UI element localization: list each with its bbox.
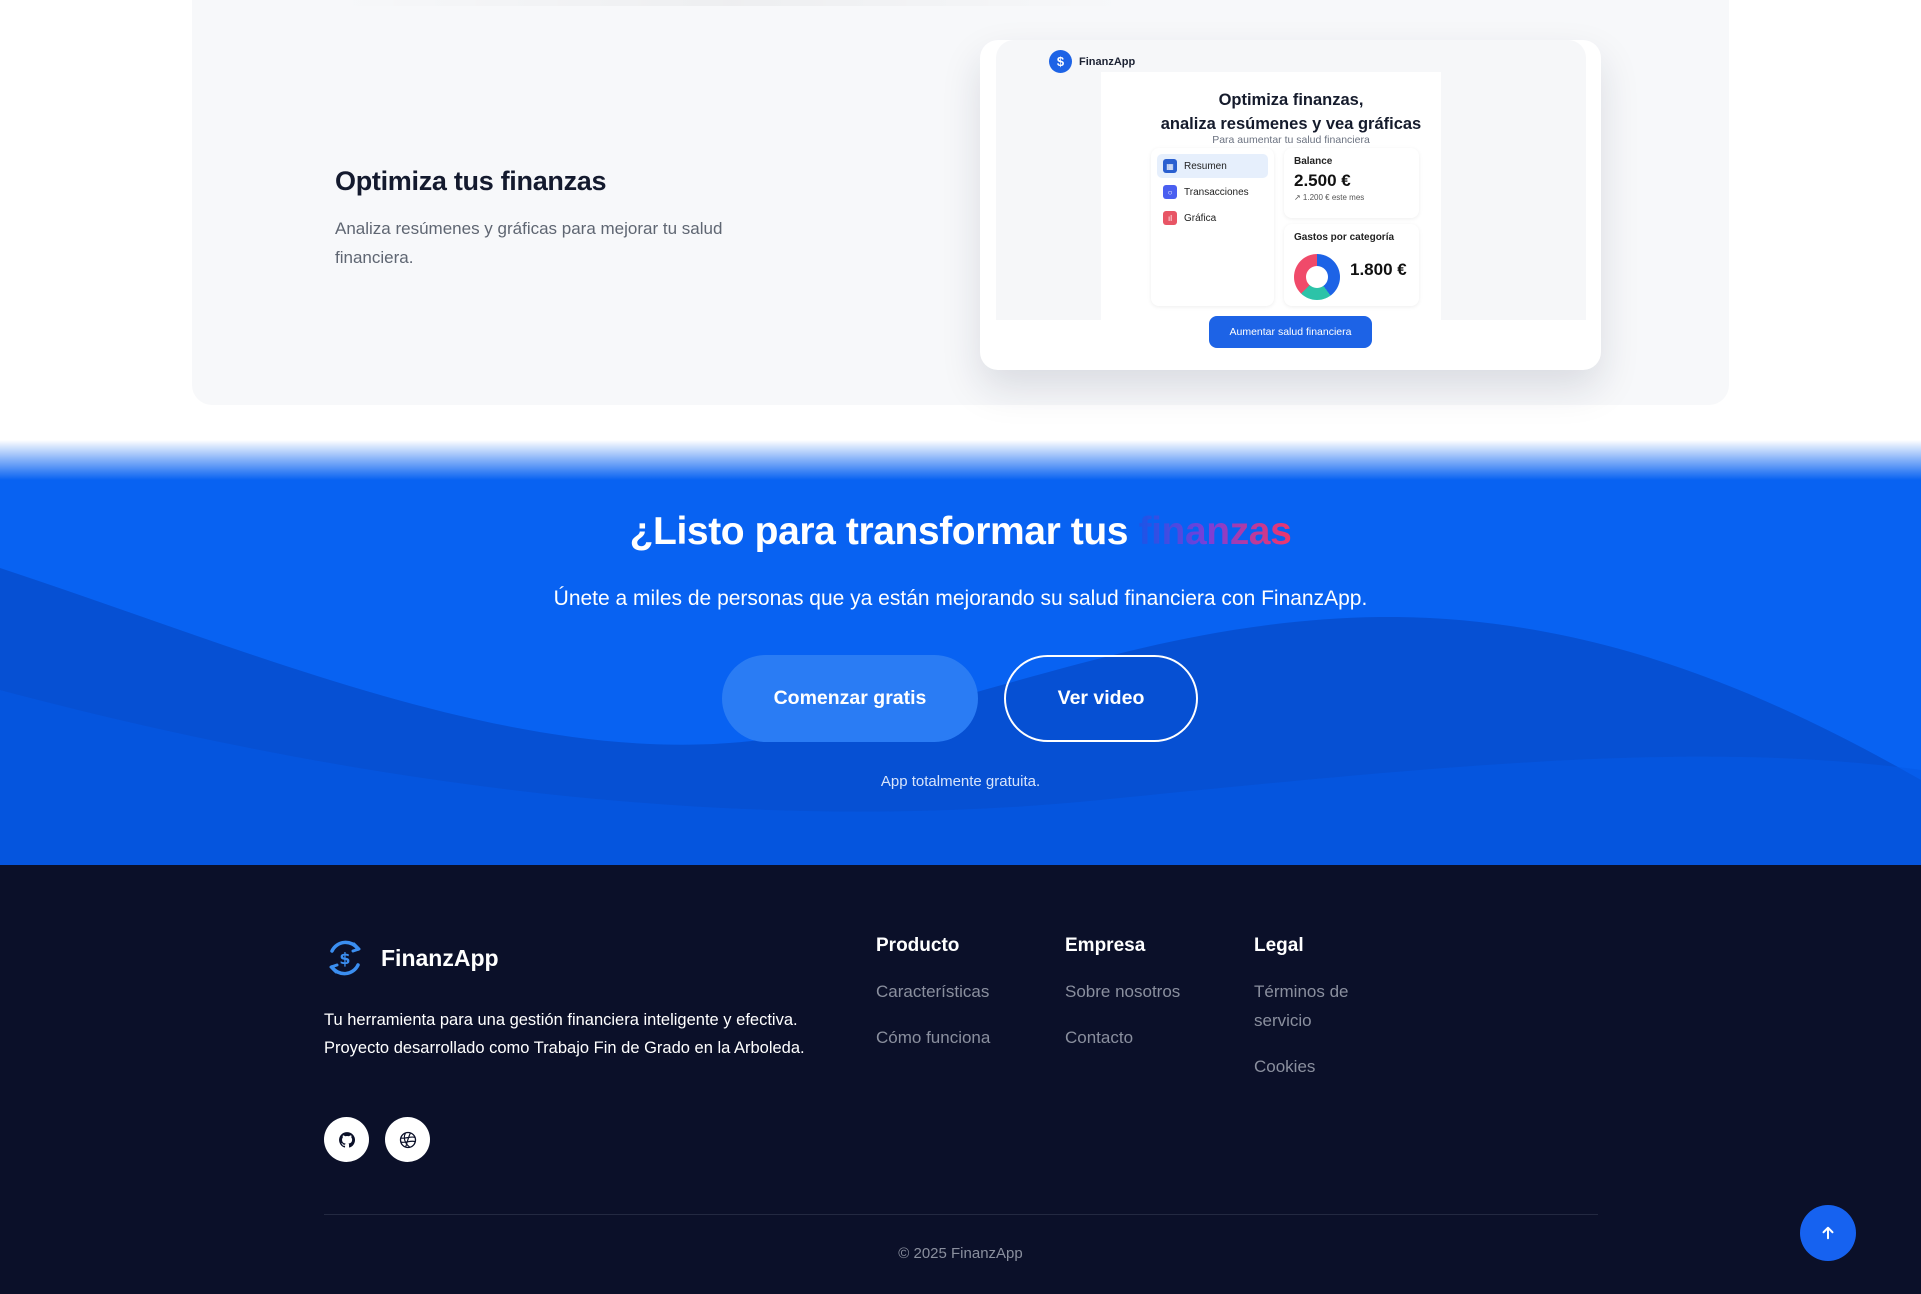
watch-video-button[interactable]: Ver video <box>1004 655 1198 742</box>
feature-title: Optimiza tus finanzas <box>335 166 607 196</box>
donut-chart-icon <box>1294 254 1340 300</box>
cta-subtitle: Únete a miles de personas que ya están m… <box>553 587 1368 610</box>
footer-link-contacto[interactable]: Contacto <box>1065 1023 1180 1052</box>
balance-value: 2.500 € <box>1294 171 1351 190</box>
gastos-label: Gastos por categoría <box>1294 232 1395 243</box>
scroll-to-top-button[interactable] <box>1800 1205 1856 1261</box>
footer-link-cookies[interactable]: Cookies <box>1254 1052 1394 1081</box>
website-link[interactable] <box>385 1117 430 1162</box>
feature-description: Analiza resúmenes y gráficas para mejora… <box>335 219 723 267</box>
search-icon: ○ <box>1163 185 1177 199</box>
cta-top-fade <box>0 440 1921 480</box>
svg-text:$: $ <box>339 949 350 968</box>
arrow-up-icon <box>1822 1226 1834 1240</box>
footer-column-empresa: Empresa Sobre nosotros Contacto <box>1065 935 1180 1069</box>
cta-section: ¿Listo para transformar tus finanzas Úne… <box>0 440 1921 865</box>
cta-title-highlight: finanzas <box>1138 510 1292 553</box>
mockup-headline-line1: Optimiza finanzas, <box>1218 91 1364 109</box>
balance-label: Balance <box>1294 156 1333 167</box>
footer-divider <box>324 1214 1598 1215</box>
mockup-nav-label: Gráfica <box>1184 212 1217 224</box>
mockup-nav-item-resumen: ▦ Resumen <box>1157 154 1268 178</box>
mockup-headline-line2: analiza resúmenes y vea gráficas <box>1160 115 1422 133</box>
footer-brand-name: FinanzApp <box>381 944 499 971</box>
mockup-increase-health-button: Aumentar salud financiera <box>1209 316 1372 348</box>
bar-chart-icon: ıl <box>1163 211 1177 225</box>
cta-title-main: ¿Listo para transformar tus <box>629 510 1129 553</box>
footer-column-title: Legal <box>1254 935 1304 956</box>
footer-column-producto: Producto Características Cómo funciona <box>876 935 990 1069</box>
github-link[interactable] <box>324 1117 369 1162</box>
footer-link-sobre-nosotros[interactable]: Sobre nosotros <box>1065 977 1180 1006</box>
mockup-nav: ▦ Resumen ○ Transacciones ıl Gráfica <box>1151 148 1274 306</box>
mockup-subtitle: Para aumentar tu salud financiera <box>1212 134 1370 146</box>
balance-note: ↗ 1.200 € este mes <box>1294 193 1365 202</box>
footer-link-caracteristicas[interactable]: Características <box>876 977 990 1006</box>
footer-column-title: Producto <box>876 935 960 956</box>
mockup-logo: $ FinanzApp <box>1049 50 1135 73</box>
mockup-gastos-card: Gastos por categoría 1.800 € <box>1284 224 1419 306</box>
footer-column-title: Empresa <box>1065 935 1146 956</box>
feature-section: Optimiza tus finanzas Analiza resúmenes … <box>0 0 1921 440</box>
github-icon <box>338 1131 355 1148</box>
cta-note: App totalmente gratuita. <box>880 773 1041 790</box>
footer: $ FinanzApp Tu herramienta para una gest… <box>0 865 1921 1294</box>
summary-icon: ▦ <box>1163 159 1177 173</box>
mockup-logo-text: FinanzApp <box>1079 55 1136 68</box>
mockup-nav-label: Transacciones <box>1184 186 1249 198</box>
mockup-nav-item-transacciones: ○ Transacciones <box>1157 180 1268 204</box>
finanzapp-logo-icon: $ <box>329 940 361 976</box>
gastos-value: 1.800 € <box>1350 260 1407 279</box>
footer-link-como-funciona[interactable]: Cómo funciona <box>876 1023 990 1052</box>
footer-description: Tu herramienta para una gestión financie… <box>324 1011 805 1057</box>
footer-brand[interactable]: $ FinanzApp <box>324 937 499 979</box>
cta-title: ¿Listo para transformar tus finanzas <box>0 510 1921 554</box>
footer-link-terminos[interactable]: Términos de servicio <box>1254 977 1394 1035</box>
start-free-button[interactable]: Comenzar gratis <box>722 655 978 742</box>
app-mockup: $ FinanzApp Optimiza finanzas, analiza r… <box>996 40 1586 370</box>
footer-copyright: © 2025 FinanzApp <box>898 1245 1023 1262</box>
mockup-headline: Optimiza finanzas, analiza resúmenes y v… <box>996 88 1586 136</box>
mockup-nav-label: Resumen <box>1184 160 1227 172</box>
globe-icon <box>399 1131 416 1148</box>
dollar-icon: $ <box>1049 50 1072 73</box>
footer-column-legal: Legal Términos de servicio Cookies <box>1254 935 1394 1098</box>
mockup-balance-card: Balance 2.500 € ↗ 1.200 € este mes <box>1284 148 1419 218</box>
mockup-nav-item-grafica: ıl Gráfica <box>1157 206 1268 230</box>
wave-background <box>0 568 1921 865</box>
